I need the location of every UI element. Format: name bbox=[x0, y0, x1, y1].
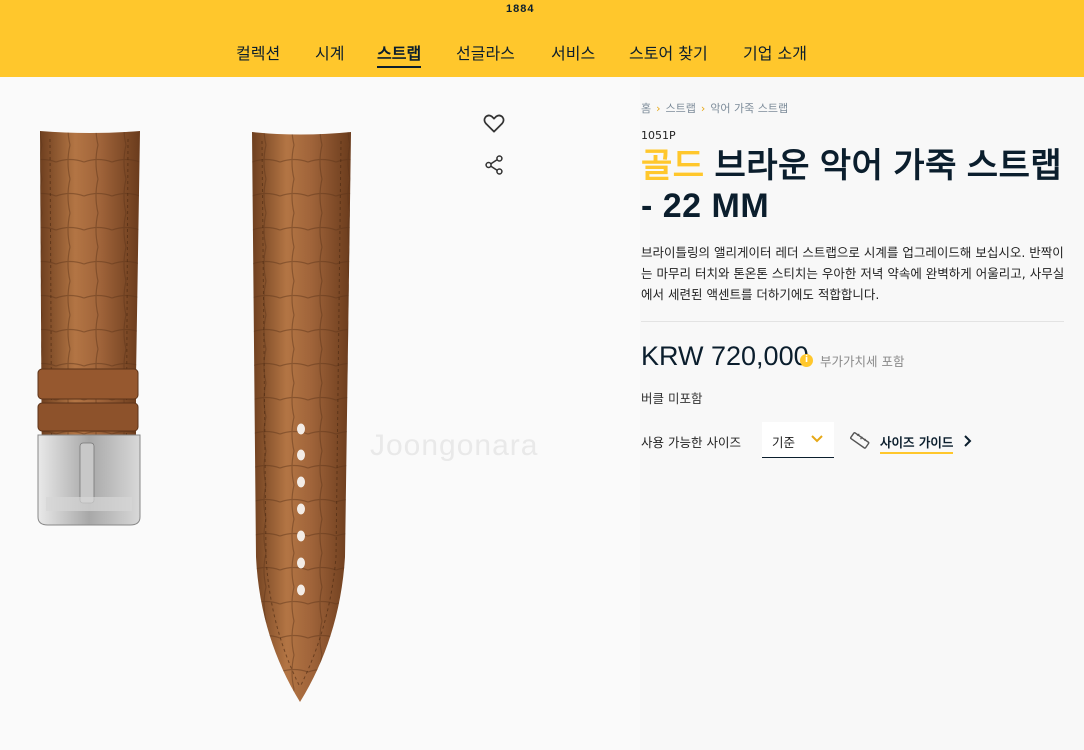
nav-item-about[interactable]: 기업 소개 bbox=[743, 40, 807, 64]
nav-item-store-locator[interactable]: 스토어 찾기 bbox=[629, 40, 708, 64]
nav-item-service[interactable]: 서비스 bbox=[551, 40, 595, 64]
nav-item-watches[interactable]: 시계 bbox=[315, 40, 344, 64]
chevron-right-icon: › bbox=[656, 102, 661, 115]
title-accent: 골드 bbox=[641, 147, 705, 185]
product-title: 골드 브라운 악어 가죽 스트랩 - 22 MM bbox=[641, 146, 1071, 226]
chevron-right-icon: › bbox=[700, 102, 706, 115]
breadcrumb: 홈 › 스트랩 › 악어 가죽 스트랩 bbox=[641, 100, 788, 116]
top-navigation-bar: 1884 컬렉션 시계 스트랩 선글라스 서비스 스토어 찾기 기업 소개 bbox=[0, 0, 1084, 77]
share-icon[interactable] bbox=[481, 152, 507, 178]
buckle-strap bbox=[37, 131, 141, 526]
nav-item-sunglasses[interactable]: 선글라스 bbox=[456, 40, 515, 64]
size-select[interactable]: 기준 bbox=[762, 422, 834, 458]
product-image-area: Joongonara bbox=[0, 77, 640, 750]
nav-item-straps[interactable]: 스트랩 bbox=[377, 40, 422, 68]
buckle-note: 버클 미포함 bbox=[641, 391, 703, 406]
nav-item-collections[interactable]: 컬렉션 bbox=[236, 40, 280, 64]
product-price: KRW 720,000 bbox=[641, 341, 809, 371]
breadcrumb-home[interactable]: 홈 bbox=[641, 102, 651, 115]
vat-note: 부가가치세 포함 bbox=[820, 354, 905, 369]
brand-logo[interactable] bbox=[468, 0, 578, 2]
watermark-text: Joongonara bbox=[370, 429, 539, 462]
title-rest: 브라운 악어 가죽 스트랩 - 22 MM bbox=[641, 147, 1063, 225]
chevron-down-icon bbox=[811, 435, 823, 443]
ruler-icon bbox=[850, 432, 870, 449]
info-icon[interactable]: i bbox=[800, 354, 813, 367]
divider bbox=[641, 321, 1064, 322]
heart-icon[interactable] bbox=[481, 110, 507, 136]
breadcrumb-straps[interactable]: 스트랩 bbox=[666, 102, 696, 115]
product-reference: 1051P bbox=[641, 129, 676, 142]
size-guide-link[interactable]: 사이즈 가이드 bbox=[880, 432, 954, 454]
chevron-right-icon bbox=[964, 435, 972, 447]
strap-image bbox=[37, 131, 351, 702]
brand-year: 1884 bbox=[506, 3, 535, 15]
product-description: 브라이틀링의 앨리게이터 레더 스트랩으로 시계를 업그레이드해 보십시오. 반… bbox=[641, 245, 1065, 302]
tail-strap bbox=[252, 132, 351, 702]
breadcrumb-alligator-straps[interactable]: 악어 가죽 스트랩 bbox=[710, 102, 788, 115]
main-nav: 컬렉션 시계 스트랩 선글라스 서비스 스토어 찾기 기업 소개 bbox=[0, 40, 1084, 70]
size-label: 사용 가능한 사이즈 bbox=[641, 435, 741, 450]
size-select-value: 기준 bbox=[772, 435, 796, 450]
